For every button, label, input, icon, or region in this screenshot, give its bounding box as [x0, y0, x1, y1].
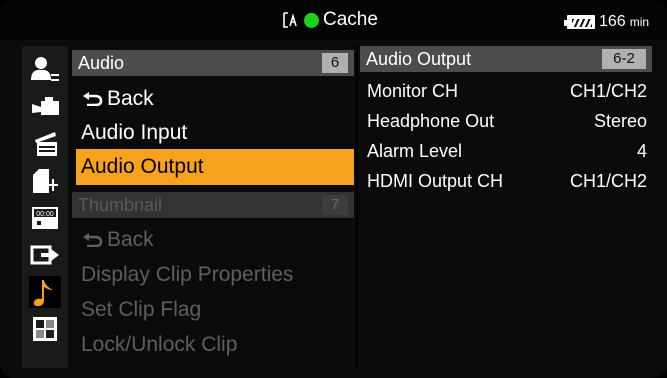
menu-item-display-clip-properties: Display Clip Properties — [81, 263, 294, 286]
setting-value: CH1/CH2 — [569, 171, 647, 191]
camera-menu-screen: Cache 166 min 00:00 Audio 6 Back Audio I… — [0, 0, 667, 378]
setting-label: Alarm Level — [367, 141, 463, 161]
setting-row-headphone-out[interactable]: Headphone Out Stereo — [367, 106, 647, 136]
user-menu-icon[interactable] — [29, 54, 61, 86]
detail-header: Audio Output 6-2 — [360, 46, 652, 72]
setting-value: Stereo — [593, 111, 647, 131]
audio-note-icon[interactable] — [29, 276, 61, 308]
menu-item-set-clip-flag: Set Clip Flag — [81, 298, 202, 321]
battery-indicator: 166 min — [564, 13, 650, 31]
setting-value: 4 — [636, 141, 647, 161]
status-bar: Cache 166 min — [0, 0, 667, 40]
setting-label: Headphone Out — [367, 111, 495, 131]
menu-list: Audio 6 Back Audio Input Audio Output Th… — [72, 46, 354, 368]
svg-text:00:00: 00:00 — [36, 211, 54, 218]
media-card-icon[interactable] — [29, 165, 61, 197]
timecode-icon[interactable]: 00:00 — [29, 202, 61, 234]
setting-row-alarm-level[interactable]: Alarm Level 4 — [367, 136, 647, 166]
section-header-audio: Audio 6 — [72, 50, 354, 76]
battery-icon — [564, 15, 595, 29]
setting-row-monitor-ch[interactable]: Monitor CH CH1/CH2 — [367, 76, 647, 106]
cache-record-icon — [283, 12, 297, 28]
detail-number: 6-2 — [602, 49, 646, 69]
setting-value: CH1/CH2 — [569, 81, 647, 101]
menu-item-audio-output[interactable]: Audio Output — [76, 149, 354, 185]
section-number: 6 — [322, 53, 348, 73]
back-arrow-icon — [83, 233, 103, 247]
menu-item-back-disabled: Back — [72, 223, 354, 257]
setting-label: HDMI Output CH — [367, 171, 504, 191]
section-number: 7 — [322, 195, 348, 215]
record-ready-dot — [304, 12, 319, 28]
section-header-thumbnail: Thumbnail 7 — [72, 192, 354, 218]
section-title: Audio — [78, 53, 125, 73]
battery-unit: min — [629, 15, 650, 29]
menu-item-audio-input[interactable]: Audio Input — [72, 116, 354, 150]
setting-label: Monitor CH — [367, 81, 459, 101]
back-arrow-icon — [83, 92, 103, 106]
camera-icon[interactable] — [29, 91, 61, 123]
menu-item-back[interactable]: Back — [72, 82, 354, 116]
panel-divider — [356, 46, 358, 368]
section-title: Thumbnail — [78, 195, 163, 215]
output-icon[interactable] — [29, 239, 61, 271]
setting-row-hdmi-output-ch[interactable]: HDMI Output CH CH1/CH2 — [367, 166, 647, 196]
media-label: Cache — [323, 9, 378, 30]
detail-title: Audio Output — [366, 49, 472, 69]
battery-remaining: 166 — [599, 13, 626, 30]
clapper-icon[interactable] — [29, 128, 61, 160]
thumbnail-icon[interactable] — [29, 313, 61, 345]
detail-panel: Audio Output 6-2 Monitor CH CH1/CH2 Head… — [360, 46, 652, 368]
menu-item-lock-unlock-clip: Lock/Unlock Clip — [81, 333, 238, 356]
menu-category-column: 00:00 — [22, 46, 68, 368]
media-status: Cache — [282, 8, 378, 32]
